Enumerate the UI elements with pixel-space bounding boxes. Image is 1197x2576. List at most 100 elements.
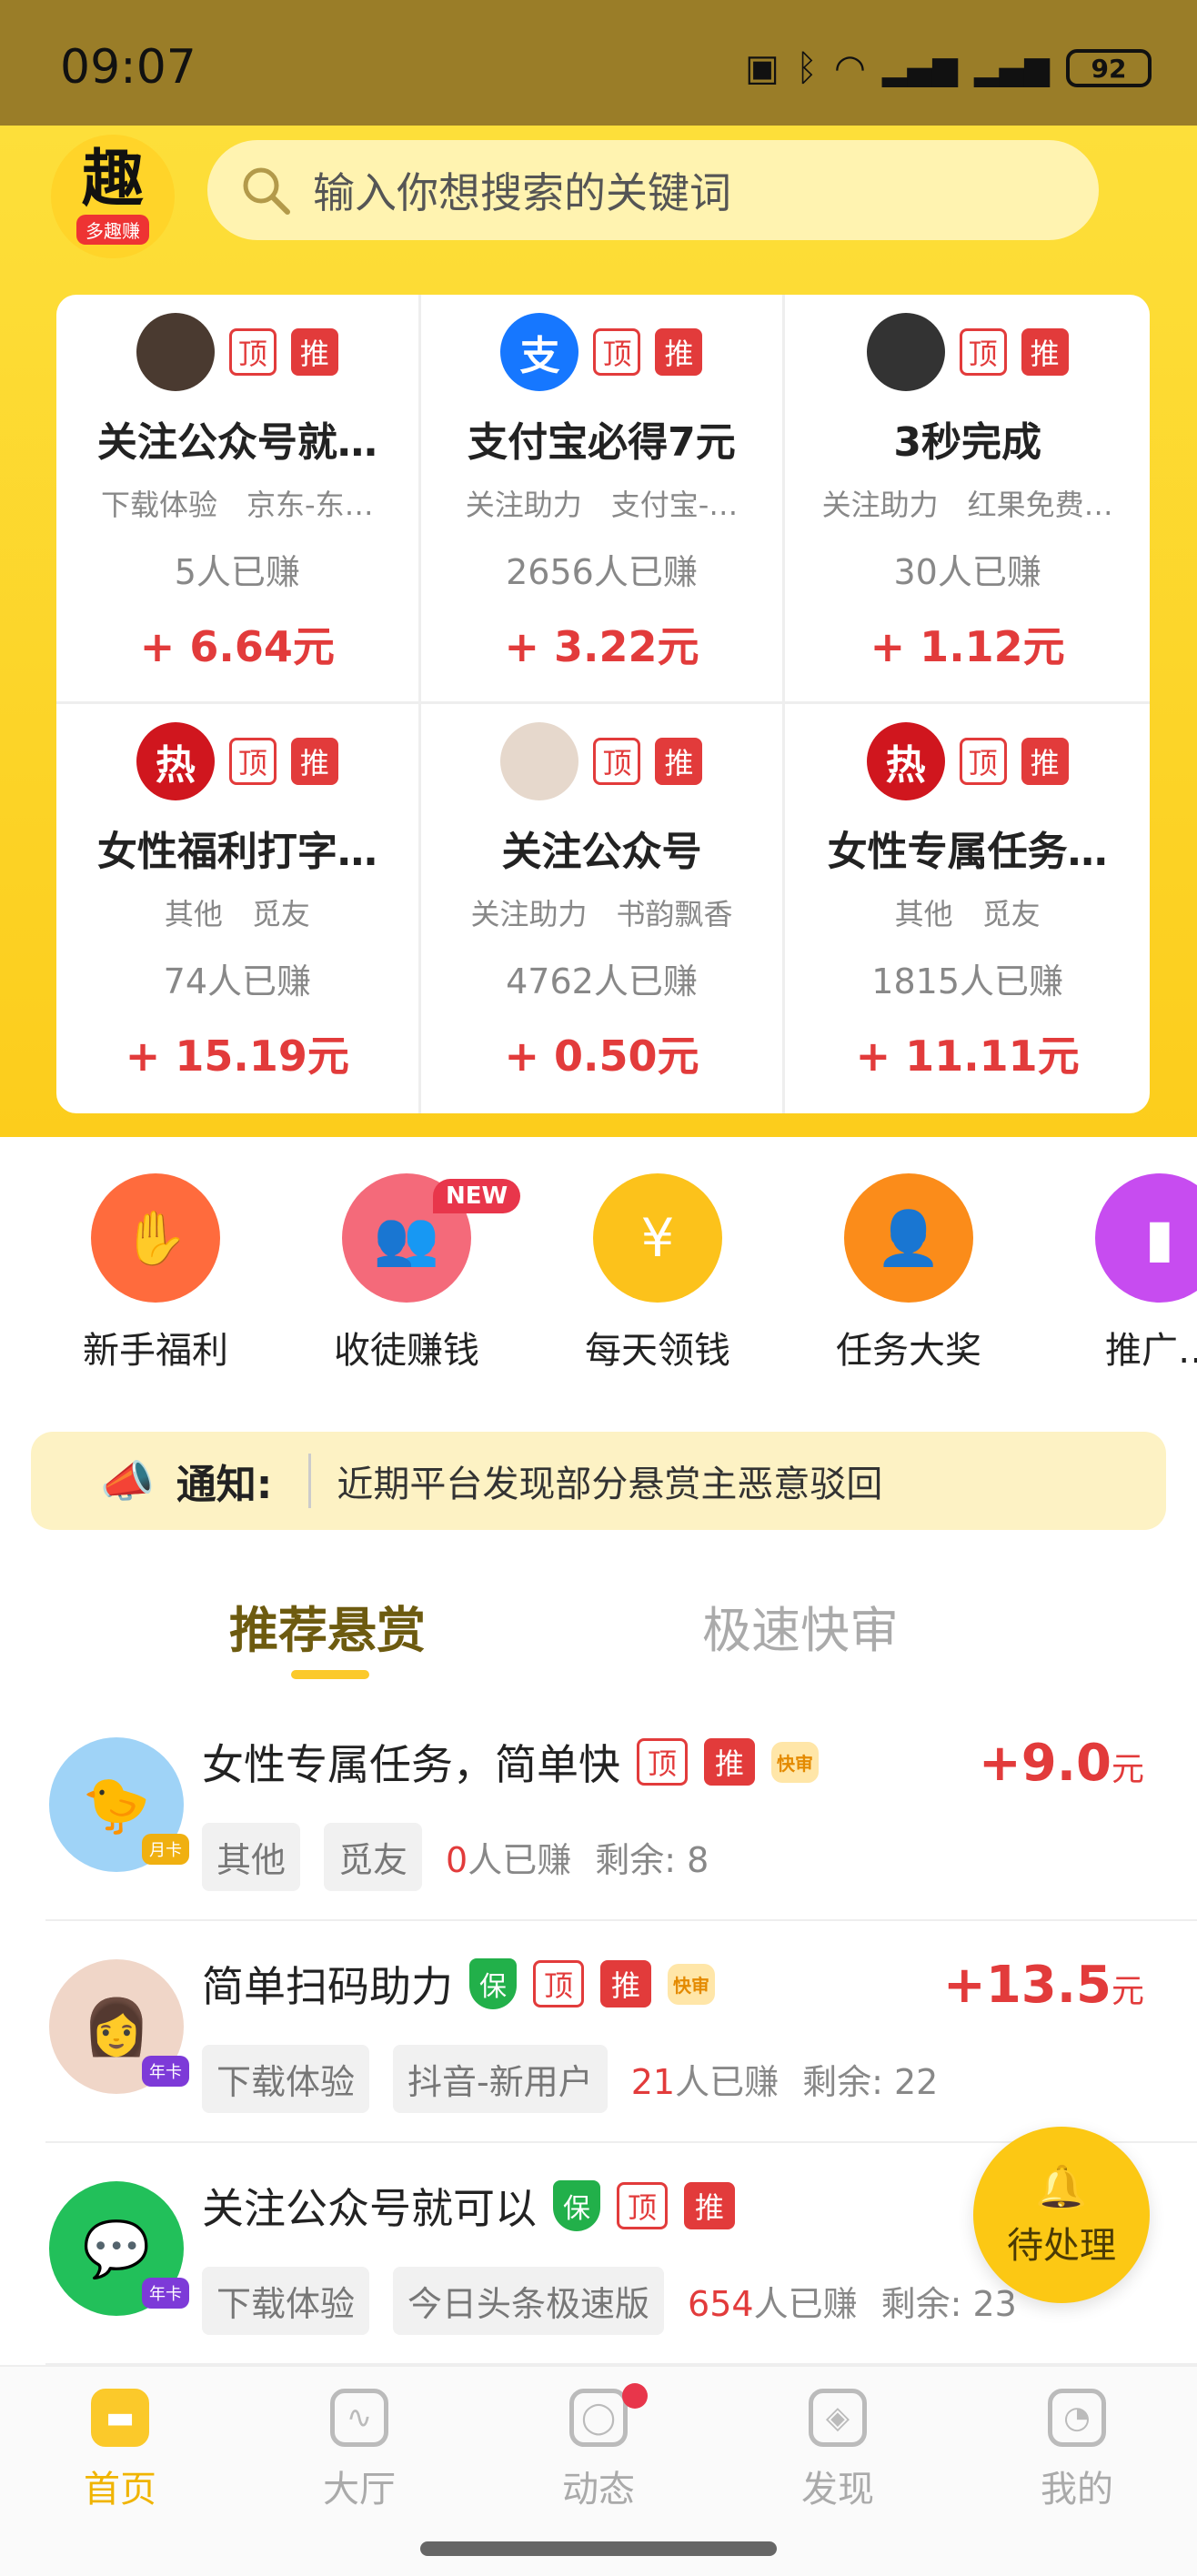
featured-task-card[interactable]: 顶推关注公众号 关注助力 书韵飘香 4762人已赚 + 0.50元 — [421, 704, 786, 1113]
remaining-count: 剩余: 8 — [595, 1840, 709, 1880]
recommend-tag: 推 — [704, 1738, 755, 1786]
shortcut-1[interactable]: ✋ 新手福利 — [69, 1173, 242, 1374]
megaphone-icon: 📣 — [100, 1455, 155, 1507]
logo-text: 趣 — [81, 143, 144, 216]
shortcut-label: 每天领钱 — [585, 1330, 730, 1372]
logo-subtext: 多趣赚 — [76, 214, 149, 245]
tab-label: 动态 — [562, 2469, 635, 2511]
app-logo[interactable]: 趣 多趣赚 — [51, 135, 175, 258]
task-category-chip: 觅友 — [324, 1823, 423, 1891]
top-tag: 顶 — [533, 1960, 584, 2007]
task-meta: 其他 觅友 0人已赚 剩余: 8 — [202, 1823, 709, 1891]
person-reward-icon: 👤 — [844, 1173, 973, 1303]
featured-tasks-grid: 顶推关注公众号就… 下载体验 京东-东… 5人已赚 + 6.64元支顶推支付宝必得7元… — [56, 295, 1150, 1113]
task-category-chip: 下载体验 — [202, 2267, 370, 2335]
featured-task-card[interactable]: 支顶推支付宝必得7元 关注助力 支付宝-… 2656人已赚 + 3.22元 — [420, 295, 786, 704]
status-bar: 09:07 ▣ ᛒ ◠ ▂▄▆ ▂▄▆ 92 — [0, 0, 1197, 126]
remaining-count: 剩余: 22 — [802, 2062, 939, 2102]
pending-button[interactable]: 🔔 待处理 — [973, 2127, 1150, 2303]
chart-icon: ∿ — [330, 2389, 388, 2447]
price-value: +13.5 — [942, 1956, 1112, 2015]
earned-count: 21人已赚 — [631, 2054, 779, 2104]
notice-divider — [308, 1454, 312, 1508]
avatar-glyph: 💬 — [82, 2217, 151, 2281]
promote-icon: ▮ — [1095, 1173, 1197, 1303]
card-tags: 顶推 — [56, 311, 418, 393]
task-tabs: 推荐悬赏 极速快审 — [0, 1583, 1197, 1683]
tab-home[interactable]: ▬ 首页 — [29, 2389, 211, 2512]
task-avatar — [136, 313, 215, 391]
notice-label: 通知: — [176, 1462, 273, 1508]
tab-compass[interactable]: ◈ 发现 — [747, 2389, 929, 2512]
card-subtitle: 关注助力 书韵飘香 — [470, 897, 733, 931]
shortcut-4[interactable]: 👤 任务大奖 — [822, 1173, 995, 1374]
task-title: 关注公众号就可以 — [202, 2184, 537, 2233]
card-subtitle: 关注助力 支付宝-… — [465, 488, 739, 522]
tab-indicator — [291, 1670, 369, 1679]
task-avatar: 热 — [866, 722, 945, 800]
shortcut-label: 收徒赚钱 — [334, 1330, 479, 1372]
search-bar[interactable]: 输入你想搜索的关键词 — [207, 140, 1099, 240]
tab-profile[interactable]: ◔ 我的 — [986, 2389, 1168, 2512]
top-tag: 顶 — [617, 2182, 668, 2229]
shortcut-label: 任务大奖 — [836, 1330, 981, 1372]
guarantee-icon: 保 — [553, 2180, 600, 2231]
task-avatar: 支 — [500, 313, 579, 391]
planet-icon: ◯ — [569, 2389, 628, 2447]
card-earned-count: 74人已赚 — [163, 961, 311, 1001]
card-earned-count: 5人已赚 — [174, 552, 300, 592]
card-tags: 顶推 — [785, 311, 1150, 393]
tab-label: 大厅 — [323, 2469, 396, 2511]
task-avatar: 🐤 月卡 — [49, 1737, 189, 1872]
task-title: 女性专属任务，简单快 — [202, 1740, 620, 1789]
card-reward: + 1.12元 — [870, 622, 1065, 671]
money-bag-icon: ¥ — [593, 1173, 722, 1303]
status-icons: ▣ ᛒ ◠ ▂▄▆ ▂▄▆ 92 — [745, 47, 1152, 89]
task-title: 简单扫码助力 — [202, 1962, 453, 2011]
featured-task-card[interactable]: 顶推 3秒完成 关注助力 红果免费… 30人已赚 + 1.12元 — [785, 295, 1150, 704]
card-reward: + 6.64元 — [139, 622, 335, 671]
quick-review-icon: 快审 — [668, 1963, 715, 2005]
tab-fast-review[interactable]: 极速快审 — [702, 1590, 899, 1662]
task-avatar: 💬 年卡 — [49, 2181, 189, 2316]
search-placeholder: 输入你想搜索的关键词 — [313, 168, 731, 217]
recommend-tag: 推 — [1021, 328, 1069, 376]
shortcut-row: ✋新手福利👥收徒赚钱¥每天领钱👤任务大奖▮推广… — [0, 1173, 1197, 1392]
recommend-tag: 推 — [655, 738, 703, 785]
card-reward: + 11.11元 — [855, 1031, 1080, 1081]
task-price: +13.5元 — [943, 1956, 1144, 2015]
tab-chart[interactable]: ∿ 大厅 — [268, 2389, 450, 2512]
task-title-row: 女性专属任务，简单快顶推快审 — [202, 1732, 819, 1792]
shortcut-5[interactable]: ▮ 推广… — [1073, 1173, 1197, 1374]
shortcut-label: 新手福利 — [83, 1330, 228, 1372]
recommend-tag: 推 — [655, 328, 703, 376]
earned-number: 21 — [630, 2062, 676, 2102]
task-avatar — [500, 722, 579, 800]
task-row[interactable]: 👩 年卡 简单扫码助力保顶推快审 +13.5元 下载体验 抖音-新用户 21人已赚 剩余: 2… — [45, 1921, 1197, 2143]
card-subtitle: 关注助力 红果免费… — [821, 488, 1113, 522]
task-meta: 下载体验 今日头条极速版 654人已赚 剩余: 23 — [202, 2267, 1017, 2335]
tab-planet[interactable]: ◯ 动态 — [508, 2389, 689, 2512]
tab-recommended[interactable]: 推荐悬赏 — [229, 1590, 426, 1662]
featured-task-card[interactable]: 热顶推女性福利打字… 其他 觅友 74人已赚 + 15.19元 — [56, 704, 421, 1113]
top-tag: 顶 — [593, 738, 641, 785]
avatar-glyph: 🐤 — [82, 1773, 151, 1837]
featured-task-card[interactable]: 热顶推女性专属任务… 其他 觅友 1815人已赚 + 11.11元 — [785, 704, 1150, 1113]
task-meta: 下载体验 抖音-新用户 21人已赚 剩余: 22 — [202, 2045, 938, 2113]
notification-dot — [622, 2383, 648, 2409]
shortcut-3[interactable]: ¥ 每天领钱 — [571, 1173, 744, 1374]
task-title-row: 关注公众号就可以保顶推 — [202, 2176, 735, 2236]
featured-task-card[interactable]: 顶推关注公众号就… 下载体验 京东-东… 5人已赚 + 6.64元 — [56, 295, 421, 704]
notice-bar[interactable]: 📣 通知: 近期平台发现部分悬赏主恶意驳回 — [31, 1432, 1166, 1530]
price-unit: 元 — [1111, 1973, 1144, 2010]
earned-count: 0人已赚 — [446, 1832, 571, 1882]
signal-icon-2: ▂▄▆ — [973, 49, 1050, 87]
card-earned-count: 1815人已赚 — [871, 961, 1064, 1001]
task-row[interactable]: 🐤 月卡 女性专属任务，简单快顶推快审 +9.0元 其他 觅友 0人已赚 剩余: 8 — [45, 1699, 1197, 1921]
card-tags: 顶推 — [421, 720, 783, 802]
card-title: 女性专属任务… — [827, 829, 1108, 875]
card-earned-count: 2656人已赚 — [506, 552, 698, 592]
card-reward: + 0.50元 — [504, 1031, 699, 1081]
task-category-chip: 其他 — [202, 1823, 301, 1891]
top-tag: 顶 — [959, 328, 1007, 376]
